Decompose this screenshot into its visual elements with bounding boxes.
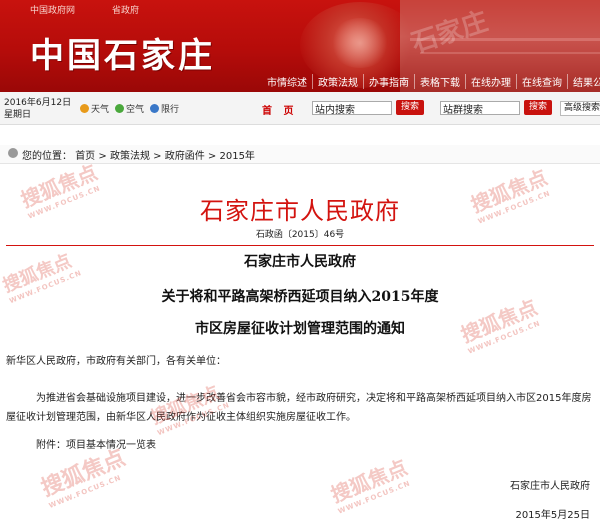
air-quality-link[interactable]: 空气 [115,101,144,115]
home-link[interactable]: 首 页 [262,102,297,117]
focus-watermark: 搜狐焦点 WWW.FOCUS.CN [327,455,412,516]
attachment-note: 附件：项目基本情况一览表 [36,440,156,451]
signature: 石家庄市人民政府 [510,481,590,492]
main-nav: 市情综述 政策法规 办事指南 表格下载 在线办理 在线查询 结果公 [262,72,600,90]
salutation: 新华区人民政府，市政府有关部门，各有关单位： [6,356,226,367]
addressee-title: 石家庄市人民政府 [244,254,356,270]
issuer-heading: 石家庄市人民政府 [200,197,400,225]
air-label: 空气 [126,104,145,115]
traffic-restriction-link[interactable]: 限行 [150,101,179,115]
nav-item-online-processing[interactable]: 在线办理 [465,73,516,89]
red-divider [6,245,594,246]
weekday-text: 星期日 [4,110,32,120]
location-pin-icon [8,148,18,158]
breadcrumb-item-gov-letters[interactable]: 政府函件 [165,151,205,162]
breadcrumb-prefix: 您的位置： [22,151,72,162]
weather-label: 天气 [91,104,110,115]
chevron-right-icon: > [153,151,162,162]
document-number: 石政函〔2015〕46号 [255,230,345,240]
site-header-banner: 中国政府网 省政府 中国石家庄 石家庄 市情综述 政策法规 办事指南 表格下载 … [0,0,600,92]
weather-links: 天气 空气 限行 [80,101,179,115]
car-icon [150,103,160,113]
weather-link[interactable]: 天气 [80,101,109,115]
nav-item-online-query[interactable]: 在线查询 [516,73,567,89]
breadcrumb-trail: 您的位置： 首页 > 政策法规 > 政府函件 > 2015年 [22,147,255,162]
nav-item-city-overview[interactable]: 市情综述 [262,74,312,89]
restriction-label: 限行 [161,104,180,115]
nav-item-form-download[interactable]: 表格下载 [414,73,465,89]
chevron-right-icon: > [207,151,217,162]
signature-date: 2015年5月25日 [515,510,590,521]
utility-bar: 2016年6月12日 星期日 天气 空气 限行 首 页 搜索 搜索 高级搜索 [0,92,600,125]
nav-item-policies[interactable]: 政策法规 [312,73,363,89]
nav-item-service-guide[interactable]: 办事指南 [363,73,414,89]
site-search-button[interactable]: 搜索 [396,100,425,115]
chevron-right-icon: > [98,151,107,162]
date-text: 2016年6月12日 [4,98,72,108]
peony-highlight [330,18,390,68]
notice-body: 为推进省会基础设施项目建设，进一步改善省会市容市貌，经市政府研究，决定将和平路高… [6,393,592,423]
sun-icon [80,103,89,113]
notice-title-line-2: 市区房屋征收计划管理范围的通知 [195,321,405,337]
group-search-input[interactable] [440,101,520,115]
top-link-province-gov[interactable]: 省政府 [112,3,139,16]
nav-item-results[interactable]: 结果公 [567,73,600,89]
group-search-button[interactable]: 搜索 [524,100,553,115]
top-link-central-gov[interactable]: 中国政府网 [30,3,75,16]
breadcrumb-item-home[interactable]: 首页 [75,151,95,162]
notice-title-line-1: 关于将和平路高架桥西延项目纳入2015年度 [161,289,439,305]
breadcrumb-item-policies[interactable]: 政策法规 [110,151,150,162]
breadcrumb: 您的位置： 首页 > 政策法规 > 政府函件 > 2015年 [0,145,600,164]
air-icon [115,103,125,113]
current-date: 2016年6月12日 星期日 [4,97,71,121]
breadcrumb-item-year[interactable]: 2015年 [219,151,254,162]
site-search-input[interactable] [312,101,392,115]
site-logo-title[interactable]: 中国石家庄 [30,28,215,77]
advanced-search-link[interactable]: 高级搜索 [560,101,600,116]
